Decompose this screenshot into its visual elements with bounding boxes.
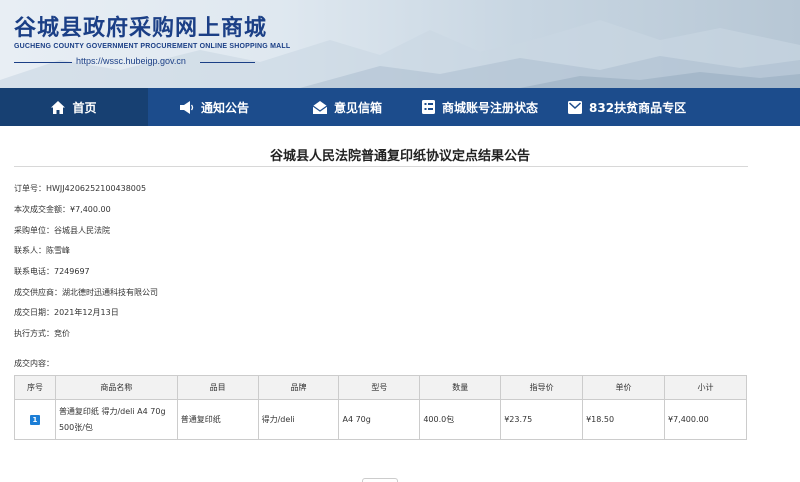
- nav-home[interactable]: 首页: [0, 88, 148, 126]
- mail-icon: [568, 100, 583, 114]
- col-header: 商品名称: [54, 375, 178, 400]
- subtotal-cell: ¥7,400.00: [663, 399, 748, 440]
- order-number: 订单号：HWJJ4206252100438005: [14, 184, 147, 193]
- deal-date: 成交日期：2021年12月13日: [14, 308, 119, 317]
- col-header: 指导价: [500, 375, 584, 400]
- bottom-tab-hint: [362, 478, 398, 482]
- home-icon: [51, 100, 66, 114]
- items-table: 序号 商品名称 品目 品牌 型号 数量 指导价 单价 小计 1 普通复印纸 得力…: [14, 375, 748, 440]
- model-cell: A4 70g: [338, 399, 421, 440]
- nav-notice-label: 通知公告: [201, 100, 250, 115]
- col-header: 品目: [176, 375, 259, 400]
- product-name-cell[interactable]: 普通复印纸 得力/deli A4 70g 500张/包: [54, 399, 178, 440]
- col-header: 数量: [419, 375, 502, 400]
- megaphone-icon: [180, 100, 194, 114]
- nav-feedback-label: 意见信箱: [334, 100, 383, 115]
- site-subtitle-en: GUCHENG COUNTY GOVERNMENT PROCUREMENT ON…: [14, 43, 291, 50]
- col-header: 序号: [14, 375, 56, 400]
- purchaser: 采购单位：谷城县人民法院: [14, 226, 110, 235]
- deal-amount: 本次成交金额：¥7,400.00: [14, 205, 111, 214]
- brand-cell: 得力/deli: [257, 399, 340, 440]
- col-header: 型号: [338, 375, 421, 400]
- main-nav: 首页 通知公告 意见信箱 商城账号注册状态 832扶贫商品专区: [0, 88, 800, 126]
- quantity-cell: 400.0包: [419, 399, 502, 440]
- site-title: 谷城县政府采购网上商城: [14, 15, 268, 41]
- col-header: 品牌: [257, 375, 340, 400]
- page-title: 谷城县人民法院普通复印纸协议定点结果公告: [269, 149, 530, 164]
- contact-person: 联系人：陈雪峰: [14, 246, 70, 255]
- nav-poverty-zone-label: 832扶贫商品专区: [589, 100, 687, 115]
- nav-notice[interactable]: 通知公告: [180, 88, 249, 126]
- nav-account-status[interactable]: 商城账号注册状态: [422, 88, 538, 126]
- content-area: 谷城县人民法院普通复印纸协议定点结果公告: [14, 126, 786, 167]
- url-divider-right: [200, 62, 255, 63]
- category-cell: 普通复印纸: [176, 399, 259, 440]
- deal-content-label: 成交内容：: [14, 359, 54, 368]
- row-index-badge: 1: [29, 414, 40, 425]
- col-header: 小计: [663, 375, 748, 400]
- nav-account-status-label: 商城账号注册状态: [442, 100, 539, 115]
- execution-method: 执行方式：竞价: [14, 329, 70, 338]
- envelope-open-icon: [313, 100, 328, 114]
- site-url[interactable]: https://wssc.hubeigp.gov.cn: [76, 56, 186, 66]
- title-divider: [14, 166, 748, 167]
- row-index-cell: 1: [14, 399, 56, 440]
- table-header-row: 序号 商品名称 品目 品牌 型号 数量 指导价 单价 小计: [14, 375, 748, 400]
- nav-feedback[interactable]: 意见信箱: [313, 88, 382, 126]
- nav-home-label: 首页: [72, 100, 97, 115]
- document-list-icon: [422, 100, 436, 114]
- col-header: 单价: [582, 375, 665, 400]
- table-row: 1 普通复印纸 得力/deli A4 70g 500张/包 普通复印纸 得力/d…: [14, 399, 748, 440]
- supplier: 成交供应商：湖北德时迅通科技有限公司: [14, 288, 158, 297]
- header-banner: 谷城县政府采购网上商城 GUCHENG COUNTY GOVERNMENT PR…: [0, 0, 800, 88]
- url-divider-left: [14, 62, 72, 63]
- guide-price-cell: ¥23.75: [500, 399, 584, 440]
- unit-price-cell: ¥18.50: [582, 399, 665, 440]
- contact-phone: 联系电话：7249697: [14, 267, 90, 276]
- nav-poverty-zone[interactable]: 832扶贫商品专区: [568, 88, 686, 126]
